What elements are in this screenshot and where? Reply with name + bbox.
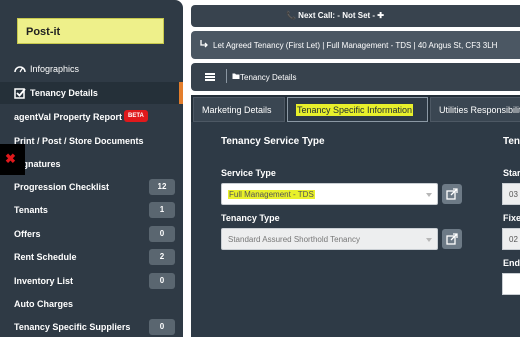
external-link-icon [446, 233, 458, 245]
sidebar-item-label: Tenants [14, 205, 48, 215]
tab-label: Tenancy Specific Information [296, 104, 414, 116]
tab-tenancy-specific-information[interactable]: Tenancy Specific Information [287, 97, 428, 122]
sidebar: Post-it Infographics Tenancy Details age… [0, 0, 183, 337]
sidebar-item-label: Progression Checklist [14, 182, 110, 192]
sidebar-item-offers[interactable]: Offers 0 [0, 223, 183, 245]
tab-label: Marketing Details [202, 105, 272, 115]
sidebar-item-label: Print / Post / Store Documents [14, 136, 144, 146]
close-icon: ✖ [5, 151, 16, 166]
sidebar-item-progression[interactable]: Progression Checklist 12 [0, 176, 183, 198]
sidebar-item-suppliers[interactable]: Tenancy Specific Suppliers 0 [0, 316, 183, 337]
property-header-text: Let Agreed Tenancy (First Let) | Full Ma… [213, 41, 498, 50]
next-call-text: 📞 Next Call: - Not Set - ✚ [286, 11, 385, 20]
end-date-label: End [503, 258, 520, 268]
sidebar-item-signatures[interactable]: Signatures [0, 153, 183, 175]
service-type-select[interactable]: Full Management - TDS [221, 183, 438, 205]
sidebar-item-label: Rent Schedule [14, 252, 77, 262]
sidebar-item-label: Tenancy Specific Suppliers [14, 322, 131, 332]
sidebar-item-inventory[interactable]: Inventory List 0 [0, 270, 183, 292]
subdirectory-arrow-icon [200, 40, 208, 48]
external-link-icon [446, 188, 458, 200]
open-external-button[interactable] [442, 184, 462, 204]
sidebar-item-label: agentVal Property Report [14, 112, 123, 122]
postit-button[interactable]: Post-it [17, 18, 164, 44]
sidebar-item-tenants[interactable]: Tenants 1 [0, 199, 183, 221]
sidebar-item-agentval[interactable]: agentVal Property Report BETA [0, 106, 183, 128]
sidebar-item-label: Tenancy Details [30, 88, 98, 98]
tenancy-type-select[interactable]: Standard Assured Shorthold Tenancy [221, 228, 438, 250]
service-type-label: Service Type [221, 168, 276, 178]
sidebar-item-label: Auto Charges [14, 299, 74, 309]
tab-utilities-responsibility[interactable]: Utilities Responsibility [430, 97, 520, 122]
fixed-term-input[interactable]: 02 [502, 228, 520, 250]
close-button[interactable]: ✖ [0, 144, 25, 175]
count-badge: 2 [149, 249, 175, 265]
fixed-term-value: 02 [509, 235, 518, 244]
chevron-down-icon [426, 238, 432, 242]
sidebar-item-label: Offers [14, 229, 41, 239]
sidebar-item-rent-schedule[interactable]: Rent Schedule 2 [0, 246, 183, 268]
tenancy-type-value: Standard Assured Shorthold Tenancy [228, 235, 360, 244]
chevron-down-icon [426, 193, 432, 197]
breadcrumb: Tenancy Details [191, 63, 520, 91]
divider [226, 69, 227, 83]
section-title-right: Tena [503, 136, 520, 147]
open-external-button[interactable] [442, 229, 462, 249]
tenancy-type-label: Tenancy Type [221, 213, 280, 223]
tab-label: Utilities Responsibility [439, 105, 520, 115]
beta-badge: BETA [124, 110, 148, 122]
start-date-label: Star [503, 168, 520, 178]
sidebar-item-label: Infographics [30, 64, 80, 74]
breadcrumb-label: Tenancy Details [240, 73, 297, 82]
folder-icon [232, 73, 240, 79]
start-date-value: 03 [509, 190, 518, 199]
hamburger-menu-icon[interactable] [205, 73, 215, 81]
sidebar-item-documents[interactable]: Print / Post / Store Documents [0, 130, 183, 152]
sidebar-item-tenancy-details[interactable]: Tenancy Details [0, 82, 183, 104]
count-badge: 12 [149, 179, 175, 195]
property-header: Let Agreed Tenancy (First Let) | Full Ma… [191, 31, 520, 59]
tab-bar: Marketing Details Tenancy Specific Infor… [191, 95, 520, 122]
end-date-input[interactable] [502, 273, 520, 295]
count-badge: 0 [149, 273, 175, 289]
count-badge: 0 [149, 226, 175, 242]
main-panel: Marketing Details Tenancy Specific Infor… [191, 95, 520, 337]
checkbox-icon [14, 88, 26, 99]
next-call-bar[interactable]: 📞 Next Call: - Not Set - ✚ [191, 5, 520, 27]
fixed-term-label: Fixe [503, 213, 520, 223]
service-type-value: Full Management - TDS [228, 190, 315, 199]
section-title: Tenancy Service Type [221, 136, 325, 147]
postit-label: Post-it [26, 26, 61, 38]
start-date-input[interactable]: 03 [502, 183, 520, 205]
sidebar-item-label: Inventory List [14, 276, 74, 286]
sidebar-item-auto-charges[interactable]: Auto Charges [0, 293, 183, 315]
chart-gauge-icon [14, 66, 26, 73]
tab-marketing-details[interactable]: Marketing Details [193, 97, 285, 122]
count-badge: 1 [149, 202, 175, 218]
count-badge: 0 [149, 319, 175, 335]
sidebar-item-infographics[interactable]: Infographics [0, 58, 183, 80]
